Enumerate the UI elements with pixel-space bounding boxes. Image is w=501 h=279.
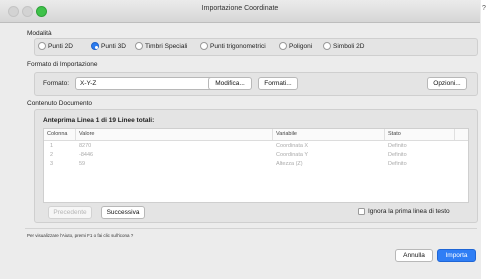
formato-group: Formato: X-Y-Z ▲▼ Modifica... Formati...…: [34, 72, 478, 96]
successiva-button[interactable]: Successiva: [101, 206, 145, 219]
cell-variabile: Altezza (Z): [276, 161, 303, 167]
table-header: Colonna Valore Variabile Stato: [44, 129, 468, 141]
column-header-variabile[interactable]: Variabile: [273, 129, 385, 140]
contenuto-group: Anteprima Linea 1 di 19 Linee totali: Co…: [34, 109, 478, 223]
radio-indicator: [323, 42, 331, 50]
cell-valore: 59: [79, 161, 86, 167]
precedente-button[interactable]: Precedente: [48, 206, 92, 219]
formati-button[interactable]: Formati...: [258, 77, 298, 90]
cell-stato: Definito: [388, 161, 407, 167]
ignore-first-line-checkbox[interactable]: [358, 208, 365, 215]
opzioni-button[interactable]: Opzioni...: [427, 77, 467, 90]
cell-variabile: Coordinata X: [276, 143, 309, 149]
formato-section-label: Formato di Importazione: [27, 61, 98, 68]
radio-simboli-2d[interactable]: Simboli 2D: [323, 42, 364, 50]
modalita-label: Modalità: [27, 30, 52, 37]
modalita-group: Punti 2D Punti 3D Timbri Speciali Punti …: [34, 38, 478, 56]
radio-label: Poligoni: [289, 42, 313, 50]
annulla-button[interactable]: Annulla: [395, 249, 433, 262]
radio-indicator: [38, 42, 46, 50]
window-title: Importazione Coordinate: [201, 5, 279, 12]
cell-colonna: 3: [50, 161, 54, 167]
preview-label: Anteprima Linea 1 di 19 Linee totali:: [43, 117, 155, 124]
formato-label: Formato:: [43, 80, 70, 87]
radio-indicator: [135, 42, 143, 50]
help-icon[interactable]: ?: [482, 5, 486, 12]
radio-label: Simboli 2D: [333, 42, 365, 50]
preview-table[interactable]: Colonna Valore Variabile Stato 1 8270 Co…: [43, 128, 469, 203]
background-strip: [481, 0, 501, 279]
contenuto-label: Contenuto Documento: [27, 100, 93, 107]
cell-valore: 8270: [79, 143, 92, 149]
column-header-valore[interactable]: Valore: [76, 129, 273, 140]
modifica-button[interactable]: Modifica...: [208, 77, 252, 90]
radio-poligoni[interactable]: Poligoni: [279, 42, 312, 50]
title-bar: Importazione Coordinate: [0, 0, 480, 23]
cell-colonna: 1: [50, 143, 54, 149]
radio-label: Timbri Speciali: [145, 42, 188, 50]
radio-punti-2d[interactable]: Punti 2D: [38, 42, 73, 50]
cell-colonna: 2: [50, 152, 54, 158]
ignore-first-line-label[interactable]: Ignora la prima linea di testo: [368, 208, 450, 215]
help-hint-text: Per visualizzare l'Aiuto, premi F1 o fai…: [27, 233, 134, 238]
importa-button[interactable]: Importa: [437, 249, 476, 262]
radio-timbri-speciali[interactable]: Timbri Speciali: [135, 42, 187, 50]
radio-indicator: [200, 42, 208, 50]
divider: [25, 228, 477, 229]
cell-variabile: Coordinata Y: [276, 152, 309, 158]
cell-valore: -8446: [79, 152, 94, 158]
radio-label: Punti 3D: [101, 42, 126, 50]
radio-indicator-selected: [91, 42, 99, 50]
cell-stato: Definito: [388, 152, 407, 158]
cell-stato: Definito: [388, 143, 407, 149]
radio-label: Punti 2D: [48, 42, 73, 50]
column-header-colonna[interactable]: Colonna: [44, 129, 76, 140]
import-coordinates-dialog: Importazione Coordinate ? Modalità Punti…: [0, 0, 501, 279]
format-select-value: X-Y-Z: [80, 80, 97, 87]
radio-indicator: [279, 42, 287, 50]
radio-punti-trigonometrici[interactable]: Punti trigonometrici: [200, 42, 266, 50]
column-header-stato[interactable]: Stato: [385, 129, 455, 140]
radio-punti-3d[interactable]: Punti 3D: [91, 42, 126, 50]
radio-label: Punti trigonometrici: [210, 42, 266, 50]
